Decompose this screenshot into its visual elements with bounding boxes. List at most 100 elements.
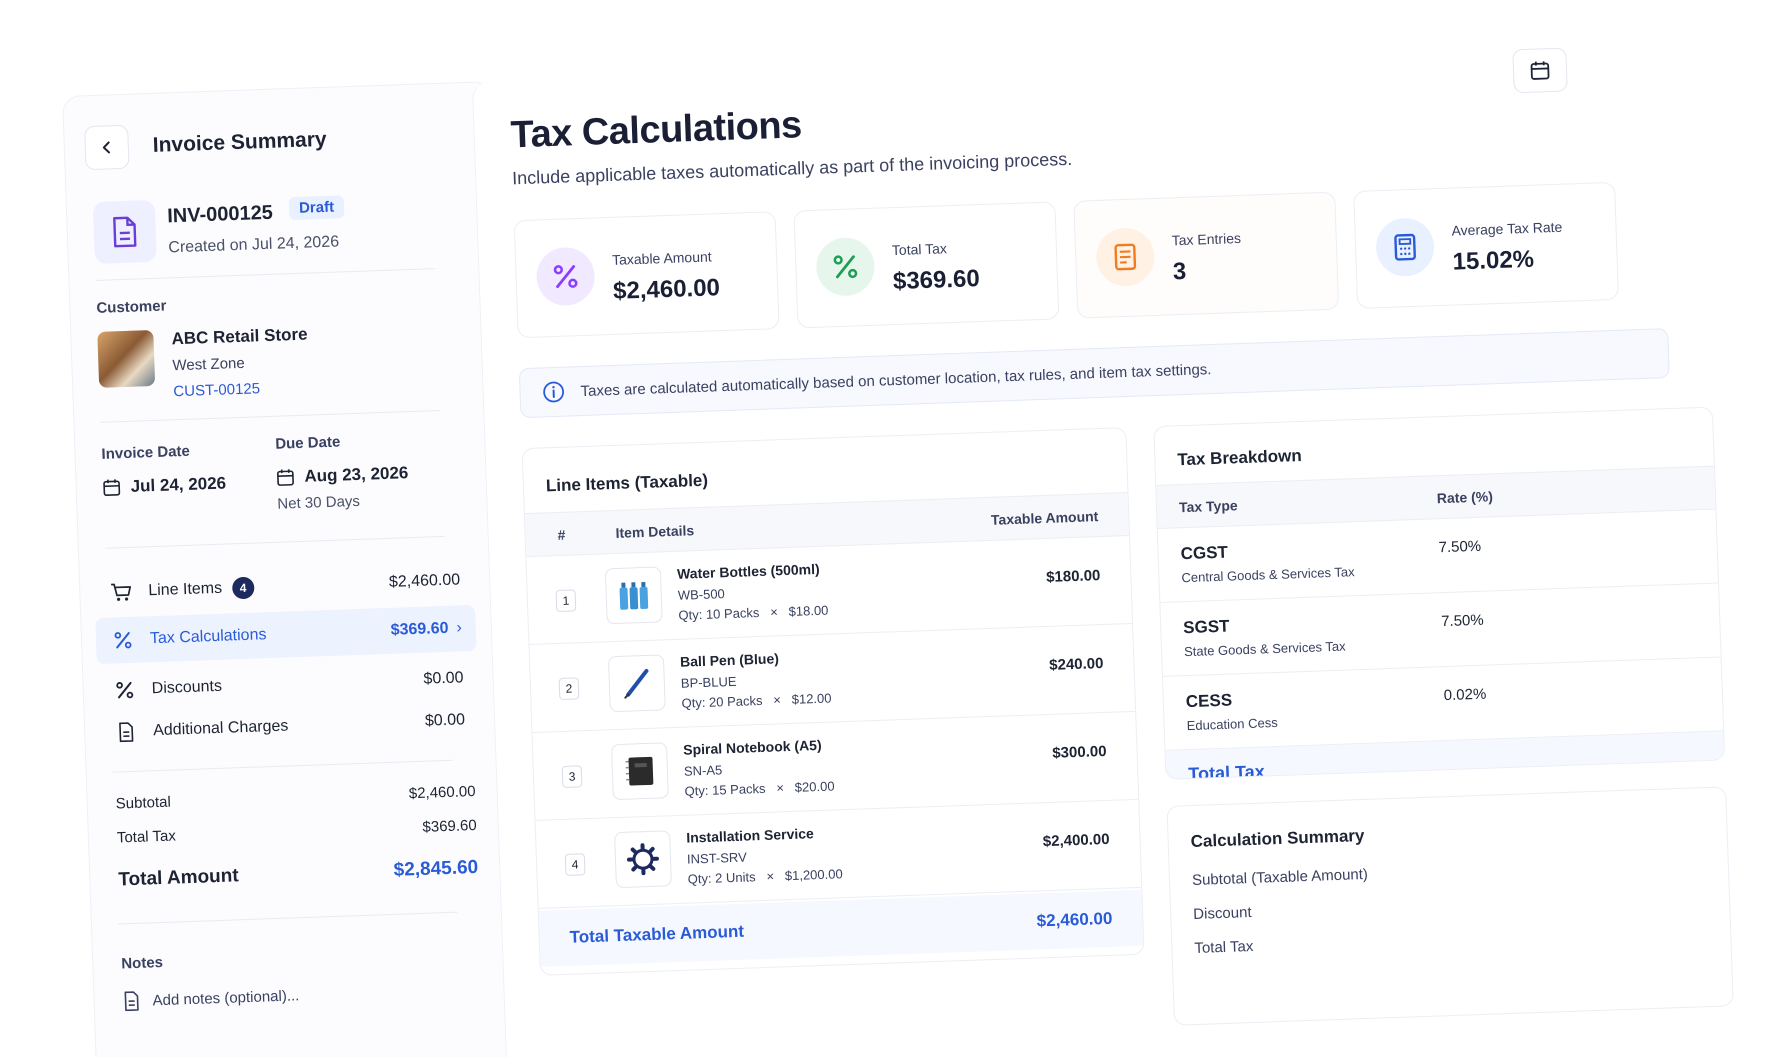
sidebar-item-label: Discounts <box>151 677 223 698</box>
column-header-rate: Rate (%) <box>1436 488 1494 507</box>
tax-description: Education Cess <box>1186 714 1278 734</box>
count-badge: 4 <box>231 576 255 600</box>
info-icon <box>543 381 565 403</box>
stat-card-total-tax: Total Tax $369.60 <box>793 201 1060 329</box>
tax-name: SGST <box>1182 616 1230 638</box>
total-amount-value: $2,845.60 <box>393 856 479 881</box>
item-sku: INST-SRV <box>686 849 747 867</box>
summary-row-discount: Discount <box>1192 903 1252 924</box>
column-header-number: # <box>557 526 566 543</box>
tax-name: CGST <box>1180 542 1229 564</box>
divider <box>117 911 458 925</box>
cart-icon <box>108 582 135 603</box>
info-banner: Taxes are calculated automatically based… <box>518 328 1670 419</box>
invoice-document-icon <box>92 199 157 264</box>
row-number: 1 <box>555 589 577 613</box>
gear-icon <box>614 830 672 889</box>
row-number: 3 <box>561 765 583 788</box>
customer-id[interactable]: CUST-00125 <box>173 380 260 400</box>
total-taxable-label: Total Taxable Amount <box>569 921 745 947</box>
tax-description: State Goods & Services Tax <box>1183 638 1346 660</box>
receipt-icon <box>1095 226 1156 287</box>
calendar-icon <box>103 479 121 496</box>
info-text: Taxes are calculated automatically based… <box>580 360 1212 400</box>
payment-terms: Net 30 Days <box>277 492 361 513</box>
invoice-date-field[interactable]: Jul 24, 2026 <box>102 474 226 498</box>
sidebar-item-label: Line Items <box>148 579 223 600</box>
percent-icon <box>110 630 137 651</box>
summary-row-total-tax: Total Tax <box>1194 937 1254 957</box>
sidebar-item-amount: $369.60 <box>390 619 449 639</box>
column-header-tax-type: Tax Type <box>1178 497 1238 516</box>
notebook-icon <box>610 742 669 801</box>
invoice-summary-sidebar: Invoice Summary INV-000125 Draft Created… <box>62 80 527 1057</box>
unit-price: $18.00 <box>788 602 829 619</box>
card-title: Line Items (Taxable) <box>545 470 709 496</box>
invoice-number: INV-000125 <box>166 201 274 228</box>
item-sku: BP-BLUE <box>680 673 737 691</box>
document-icon <box>113 722 140 743</box>
add-notes-input[interactable]: Add notes (optional)... <box>122 985 300 1012</box>
back-button[interactable] <box>84 124 130 171</box>
tax-rate: 0.02% <box>1443 685 1487 705</box>
page-title: Tax Calculations <box>509 104 803 157</box>
column-header-item: Item Details <box>615 522 695 541</box>
chevron-right-icon: › <box>456 619 463 637</box>
row-number: 4 <box>564 853 586 876</box>
stat-value: 15.02% <box>1452 245 1535 276</box>
item-qty: Qty: 2 Units × $1,200.00 <box>687 866 842 886</box>
times-sign: × <box>776 780 785 796</box>
stat-value: $369.60 <box>892 265 981 296</box>
item-name: Spiral Notebook (A5) <box>682 736 822 758</box>
stat-card-taxable-amount: Taxable Amount $2,460.00 <box>513 211 780 339</box>
sidebar-title: Invoice Summary <box>152 127 327 157</box>
total-amount-label: Total Amount <box>118 865 240 891</box>
item-sku: SN-A5 <box>683 762 723 779</box>
item-qty: Qty: 15 Packs × $20.00 <box>684 778 834 798</box>
stat-card-tax-entries: Tax Entries 3 <box>1073 191 1340 319</box>
calendar-button[interactable] <box>1512 47 1568 94</box>
sidebar-item-label: Additional Charges <box>152 717 289 740</box>
sidebar-item-amount: $0.00 <box>424 711 466 730</box>
due-date-value: Aug 23, 2026 <box>304 463 409 486</box>
sidebar-item-label: Tax Calculations <box>149 626 267 648</box>
item-qty: Qty: 20 Packs × $12.00 <box>681 691 831 711</box>
calendar-icon <box>277 469 294 486</box>
item-amount: $2,400.00 <box>1042 830 1110 851</box>
stat-label: Total Tax <box>891 240 948 259</box>
total-taxable-value: $2,460.00 <box>1036 908 1113 931</box>
created-date: Created on Jul 24, 2026 <box>168 233 340 257</box>
card-title: Calculation Summary <box>1190 826 1365 852</box>
calculator-icon <box>1375 217 1436 278</box>
total-tax-row: Total Tax $369.60 <box>117 817 477 847</box>
row-number: 2 <box>558 677 580 701</box>
main-panel: Tax Calculations Include applicable taxe… <box>471 36 1773 1057</box>
subtotal-value: $2,460.00 <box>408 782 476 803</box>
customer-zone: West Zone <box>172 354 246 375</box>
times-sign: × <box>766 868 775 884</box>
tax-rate: 7.50% <box>1438 537 1482 557</box>
customer-label: Customer <box>96 297 167 317</box>
times-sign: × <box>773 692 782 708</box>
page-subtitle: Include applicable taxes automatically a… <box>511 148 1073 189</box>
divider <box>100 409 441 423</box>
stat-card-average-tax-rate: Average Tax Rate 15.02% <box>1353 181 1620 309</box>
due-date-label: Due Date <box>274 433 341 453</box>
invoice-date-value: Jul 24, 2026 <box>130 473 227 496</box>
divider <box>95 268 436 281</box>
tax-name: CESS <box>1185 690 1233 712</box>
times-sign: × <box>769 604 779 620</box>
column-header-amount: Taxable Amount <box>990 508 1099 528</box>
status-badge: Draft <box>288 195 345 221</box>
subtotal-label: Subtotal <box>115 793 172 813</box>
due-date-field[interactable]: Aug 23, 2026 <box>276 463 409 488</box>
item-amount: $300.00 <box>1052 742 1107 762</box>
percent-icon <box>815 236 876 297</box>
item-amount: $180.00 <box>1045 567 1101 586</box>
invoice-date-label: Invoice Date <box>101 442 191 463</box>
qty-text: Qty: 20 Packs <box>681 692 763 711</box>
unit-price: $12.00 <box>791 690 832 707</box>
item-name: Installation Service <box>685 825 815 846</box>
customer-name: ABC Retail Store <box>171 324 308 349</box>
item-qty: Qty: 10 Packs × $18.00 <box>678 603 828 623</box>
